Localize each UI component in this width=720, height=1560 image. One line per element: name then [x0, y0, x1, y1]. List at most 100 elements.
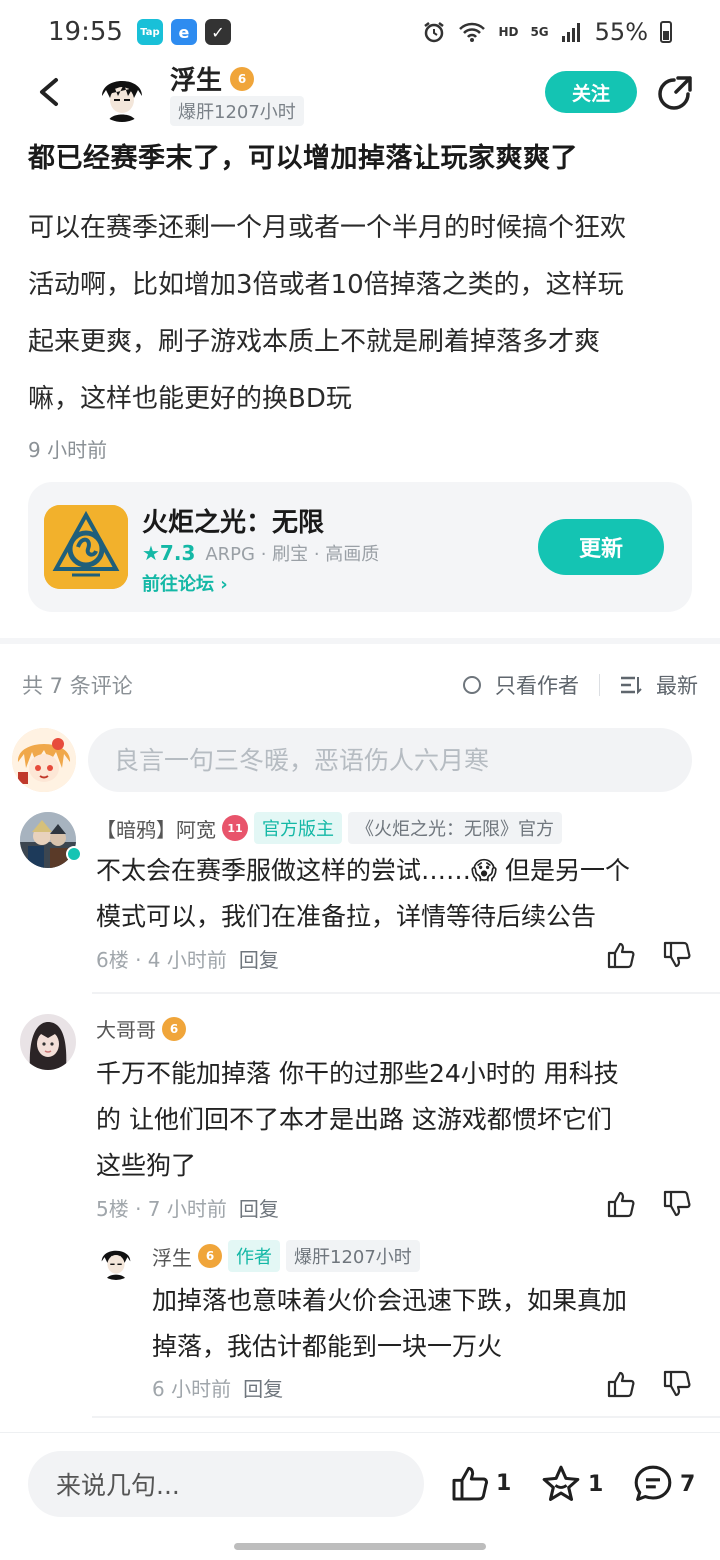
- game-meta: ★7.3 ARPG · 刷宝 · 高画质: [142, 540, 379, 566]
- thumbs-up-icon[interactable]: [606, 1369, 636, 1399]
- author-role-tag: 作者: [228, 1240, 280, 1272]
- back-arrow-icon[interactable]: [30, 72, 70, 112]
- wifi-icon: [459, 22, 486, 42]
- reply-text-line: 掉落，我估计都能到一块一万火: [152, 1332, 503, 1361]
- post-body-line: 可以在赛季还剩一个月或者一个半月的时候搞个狂欢: [28, 213, 627, 243]
- level-badge-icon: 6: [198, 1244, 222, 1268]
- my-avatar: [12, 728, 76, 792]
- comment-text-line: 千万不能加掉落 你干的过那些24小时的 用科技: [96, 1059, 619, 1088]
- comment-divider: [92, 1416, 720, 1418]
- reply-button[interactable]: 回复: [239, 1193, 279, 1222]
- comment-actions: [606, 1189, 692, 1219]
- sort-latest[interactable]: 最新: [656, 670, 698, 700]
- reply-name-row: 浮生 6 作者 爆肝1207小时: [152, 1240, 420, 1272]
- reply-meta: 6 小时前 回复: [152, 1373, 283, 1402]
- author-playtime-tag: 爆肝1207小时: [170, 96, 304, 126]
- author-playtime-tag: 爆肝1207小时: [286, 1240, 420, 1272]
- level-badge-icon: 6: [162, 1016, 186, 1041]
- reply-time: 6 小时前: [152, 1377, 232, 1401]
- game-tags: ARPG · 刷宝 · 高画质: [205, 544, 380, 565]
- level-badge-icon: 6: [230, 66, 255, 91]
- reply-actions: [606, 1369, 692, 1399]
- thumbs-down-icon[interactable]: [662, 1189, 692, 1219]
- comment-name-row: 【暗鸦】阿宽 11 官方版主 《火炬之光：无限》官方: [96, 812, 562, 844]
- thumbs-down-icon[interactable]: [662, 1369, 692, 1399]
- comments-header: 共 7 条评论 只看作者 最新: [22, 668, 698, 702]
- author-name[interactable]: 浮生: [170, 60, 222, 97]
- post-header: 浮生 6 爆肝1207小时 关注: [0, 60, 720, 130]
- reply-box-row: [10, 726, 710, 794]
- commenter-name[interactable]: 大哥哥: [96, 1014, 156, 1043]
- reply-button[interactable]: 回复: [239, 944, 279, 973]
- like-action[interactable]: 1: [450, 1463, 511, 1503]
- update-button[interactable]: 更新: [538, 519, 664, 575]
- verified-badge-icon: [66, 846, 82, 862]
- e-app-icon: e: [170, 19, 197, 45]
- reply-text-line: 加掉落也意味着火价会迅速下跌，如果真加: [152, 1286, 628, 1315]
- like-count: 1: [496, 1470, 512, 1496]
- comment-divider: [92, 992, 720, 994]
- thumbs-up-icon[interactable]: [450, 1463, 490, 1503]
- comment-meta: 5楼 · 7 小时前 回复: [96, 1193, 279, 1222]
- status-app-icons: Tap e ✓: [136, 19, 231, 45]
- battery-percent: 55%: [594, 18, 648, 46]
- author-only-filter[interactable]: 只看作者: [495, 670, 579, 700]
- thumbs-down-icon[interactable]: [662, 940, 692, 970]
- section-divider: [0, 638, 720, 644]
- favorite-action[interactable]: 1: [540, 1463, 603, 1505]
- official-tag: 《火炬之光：无限》官方: [348, 812, 562, 844]
- reply-author-avatar[interactable]: [96, 1240, 136, 1280]
- home-indicator[interactable]: [234, 1543, 486, 1550]
- star-icon[interactable]: [540, 1463, 582, 1505]
- comment-text-line: 模式可以，我们在准备拉，详情等待后续公告: [96, 902, 597, 931]
- share-icon[interactable]: [654, 72, 696, 114]
- thumbs-up-icon[interactable]: [606, 940, 636, 970]
- reply-text: 加掉落也意味着火价会迅速下跌，如果真加 掉落，我估计都能到一块一万火: [152, 1278, 692, 1370]
- comment-floor-time: 5楼 · 7 小时前: [96, 1197, 227, 1221]
- sort-icon[interactable]: [620, 675, 642, 695]
- alarm-icon: [424, 22, 445, 43]
- post-body-line: 活动啊，比如增加3倍或者10倍掉落之类的，这样玩: [28, 270, 624, 300]
- reply-button[interactable]: 回复: [243, 1373, 283, 1402]
- follow-button[interactable]: 关注: [545, 71, 637, 113]
- commenter-avatar[interactable]: [20, 1014, 76, 1070]
- reply-author-name[interactable]: 浮生: [152, 1242, 192, 1271]
- game-logo-icon[interactable]: [44, 505, 128, 589]
- comment-text-line: 的 让他们回不了本才是出路 这游戏都惯坏它们: [96, 1105, 612, 1134]
- hd-label: HD: [498, 25, 519, 39]
- comment-total-count: 7: [680, 1471, 696, 1497]
- post-body-line: 起来更爽，刷子游戏本质上不就是刷着掉落多才爽: [28, 327, 601, 357]
- level-badge-icon: 11: [222, 815, 248, 841]
- game-score: ★7.3: [142, 541, 196, 565]
- comment-text: 不太会在赛季服做这样的尝试……😱 但是另一个 模式可以，我们在准备拉，详情等待后…: [96, 848, 696, 940]
- author-name-row[interactable]: 浮生 6: [170, 60, 255, 97]
- check-app-icon: ✓: [204, 19, 231, 45]
- forum-link[interactable]: 前往论坛 ›: [142, 570, 228, 596]
- game-card[interactable]: 火炬之光：无限 ★7.3 ARPG · 刷宝 · 高画质 前往论坛 › 更新: [28, 482, 692, 612]
- comment-input[interactable]: [88, 728, 692, 792]
- favorite-count: 1: [588, 1471, 604, 1497]
- comment-floor-time: 6楼 · 4 小时前: [96, 948, 227, 972]
- post-time: 9 小时前: [28, 438, 108, 462]
- commenter-name[interactable]: 【暗鸦】阿宽: [96, 814, 216, 843]
- comment-text: 千万不能加掉落 你干的过那些24小时的 用科技 的 让他们回不了本才是出路 这游…: [96, 1051, 696, 1189]
- comment-actions: [606, 940, 692, 970]
- comment-count: 共 7 条评论: [22, 674, 133, 698]
- comment-meta: 6楼 · 4 小时前 回复: [96, 944, 279, 973]
- post-body: 可以在赛季还剩一个月或者一个半月的时候搞个狂欢 活动啊，比如增加3倍或者10倍掉…: [28, 200, 692, 428]
- author-only-radio-icon[interactable]: [463, 676, 481, 694]
- post-body-line: 嘛，这样也能更好的换BD玩: [28, 384, 352, 414]
- post-title: 都已经赛季末了，可以增加掉落让玩家爽爽了: [28, 143, 578, 174]
- author-avatar[interactable]: [94, 66, 150, 122]
- filter-divider: [599, 674, 600, 696]
- moderator-tag: 官方版主: [254, 812, 342, 844]
- status-bar: 19:55 Tap e ✓ HD 5G 55%: [0, 0, 720, 64]
- comment-action[interactable]: 7: [632, 1463, 695, 1505]
- comment-bubble-icon[interactable]: [632, 1463, 674, 1505]
- status-right: HD 5G 55%: [422, 18, 672, 46]
- thumbs-up-icon[interactable]: [606, 1189, 636, 1219]
- battery-icon: [660, 21, 672, 43]
- network-label: 5G: [530, 25, 549, 39]
- bottom-comment-input[interactable]: 来说几句...: [28, 1451, 424, 1517]
- game-name[interactable]: 火炬之光：无限: [142, 502, 324, 539]
